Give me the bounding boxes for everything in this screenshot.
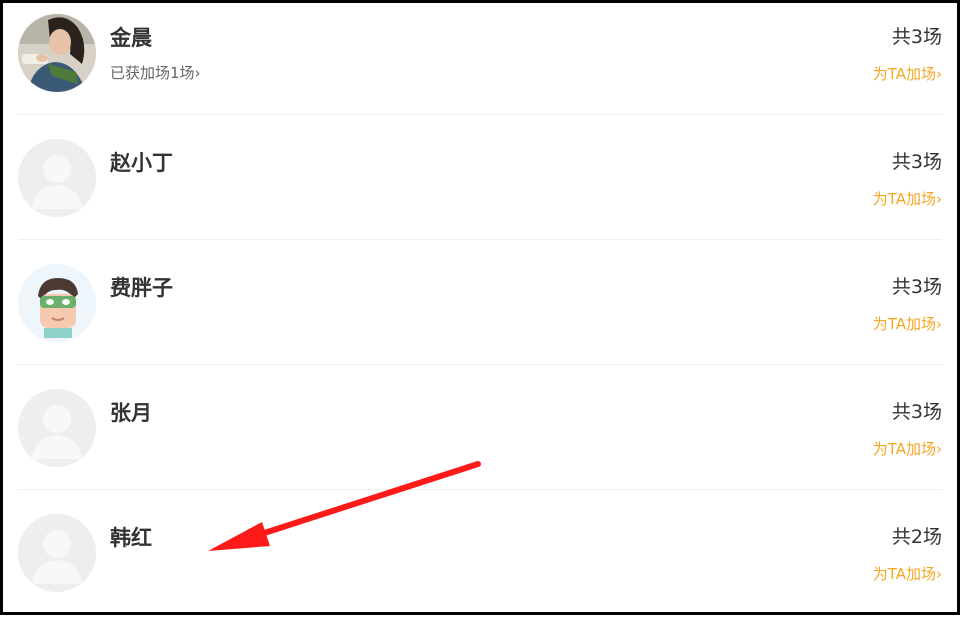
list-item: 张月 共3场 为TA加场›	[0, 375, 960, 500]
row-name: 韩红	[110, 526, 152, 550]
avatar[interactable]	[18, 389, 96, 467]
add-session-button[interactable]: 为TA加场›	[873, 63, 942, 84]
chevron-right-icon: ›	[936, 315, 942, 333]
add-session-label: 为TA加场	[872, 315, 936, 333]
add-session-label: 为TA加场	[872, 565, 936, 583]
add-session-label: 为TA加场	[872, 440, 936, 458]
chevron-right-icon: ›	[936, 565, 942, 583]
avatar[interactable]	[18, 514, 96, 592]
session-count: 共3场	[891, 151, 942, 173]
add-session-button[interactable]: 为TA加场›	[873, 188, 942, 209]
row-name: 赵小丁	[110, 151, 173, 175]
row-divider	[18, 364, 942, 365]
row-name: 金晨	[110, 26, 152, 50]
add-session-button[interactable]: 为TA加场›	[873, 563, 942, 584]
list-item: 赵小丁 共3场 为TA加场›	[0, 125, 960, 250]
avatar-photo-icon	[18, 14, 96, 92]
list-item: 金晨 已获加场1场› 共3场 为TA加场›	[0, 0, 960, 125]
chevron-right-icon: ›	[936, 65, 942, 83]
default-person-icon	[18, 389, 96, 467]
add-session-label: 为TA加场	[872, 65, 936, 83]
add-session-label: 为TA加场	[872, 190, 936, 208]
chevron-right-icon: ›	[936, 190, 942, 208]
avatar[interactable]	[18, 139, 96, 217]
row-name: 费胖子	[110, 276, 173, 300]
row-divider	[18, 489, 942, 490]
supporter-list: 金晨 已获加场1场› 共3场 为TA加场› 赵小丁 共3场 为TA加场› 费胖子…	[0, 0, 960, 615]
extra-sessions-label: 已获加场1场	[110, 64, 195, 82]
default-person-icon	[18, 514, 96, 592]
row-divider	[18, 114, 942, 115]
add-session-button[interactable]: 为TA加场›	[873, 313, 942, 334]
session-count: 共3场	[891, 26, 942, 48]
session-count: 共3场	[891, 276, 942, 298]
avatar[interactable]	[18, 14, 96, 92]
chevron-right-icon: ›	[194, 64, 201, 82]
session-count: 共2场	[891, 526, 942, 548]
default-person-icon	[18, 139, 96, 217]
row-divider	[18, 239, 942, 240]
list-item: 韩红 共2场 为TA加场›	[0, 500, 960, 625]
row-name: 张月	[110, 401, 152, 425]
avatar[interactable]	[18, 264, 96, 342]
list-item: 费胖子 共3场 为TA加场›	[0, 250, 960, 375]
extra-sessions-link[interactable]: 已获加场1场›	[110, 62, 201, 83]
chevron-right-icon: ›	[936, 440, 942, 458]
session-count: 共3场	[891, 401, 942, 423]
cartoon-masked-face-icon	[18, 264, 96, 342]
add-session-button[interactable]: 为TA加场›	[873, 438, 942, 459]
